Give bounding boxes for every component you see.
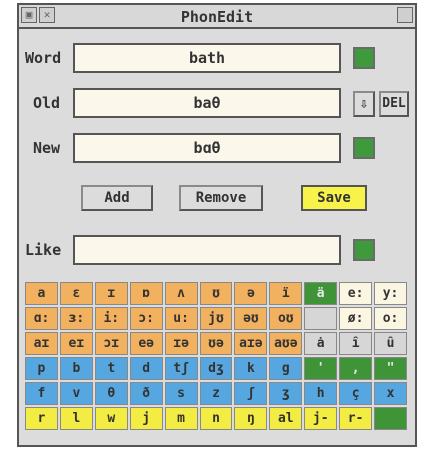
phoneme-key[interactable]: θ	[94, 382, 128, 405]
phoneme-key[interactable]: j	[129, 407, 163, 430]
phoneme-key[interactable]: əʊ	[234, 307, 268, 330]
phoneme-key[interactable]: s	[164, 382, 198, 405]
phoneme-key[interactable]: j-	[304, 407, 338, 430]
like-color-swatch[interactable]	[353, 239, 375, 261]
phoneme-key[interactable]: ʊə	[199, 332, 233, 355]
new-color-swatch[interactable]	[353, 137, 375, 159]
phoneme-key[interactable]: f	[25, 382, 58, 405]
window-title: PhonEdit	[180, 8, 254, 26]
phoneme-key[interactable]: w	[94, 407, 128, 430]
phoneme-key[interactable]: e:	[339, 282, 373, 305]
phonedit-window: ▣ ✕ PhonEdit Word bath Old baθ ⇩ DEL New…	[17, 3, 417, 447]
word-field[interactable]: bath	[73, 43, 341, 73]
toggle-size-icon[interactable]	[397, 7, 413, 23]
phoneme-key[interactable]: t	[94, 357, 128, 380]
new-field[interactable]: bɑ̃θ	[73, 133, 341, 163]
phoneme-key[interactable]: p	[25, 357, 58, 380]
phoneme-key[interactable]: ç	[339, 382, 373, 405]
phoneme-key[interactable]: z	[199, 382, 233, 405]
phoneme-key[interactable]: ʊ	[199, 282, 233, 305]
phoneme-key[interactable]: g	[269, 357, 303, 380]
phoneme-key[interactable]: ȗ	[374, 332, 407, 355]
phoneme-key[interactable]: n	[199, 407, 233, 430]
phoneme-key[interactable]: ɪə	[164, 332, 198, 355]
phoneme-key[interactable]: m	[164, 407, 198, 430]
phoneme-key[interactable]: aʊə	[269, 332, 303, 355]
like-field[interactable]	[73, 235, 341, 265]
phoneme-key[interactable]: ø:	[339, 307, 373, 330]
phoneme-key[interactable]: x	[374, 382, 407, 405]
like-label: Like	[25, 241, 62, 259]
phoneme-key[interactable]: ʃ	[234, 382, 268, 405]
down-arrow-icon[interactable]: ⇩	[353, 91, 375, 117]
delete-button[interactable]: DEL	[379, 91, 409, 117]
phoneme-key[interactable]: d	[129, 357, 163, 380]
phoneme-key[interactable]: '	[304, 357, 338, 380]
phoneme-key[interactable]: dʒ	[199, 357, 233, 380]
phoneme-key[interactable]: ,	[339, 357, 373, 380]
phoneme-key[interactable]: ɛ	[59, 282, 93, 305]
phoneme-key[interactable]: eɪ	[59, 332, 93, 355]
phoneme-key[interactable]: l	[59, 407, 93, 430]
phoneme-key[interactable]: ɔ:	[129, 307, 163, 330]
new-label: New	[33, 139, 61, 157]
word-label: Word	[25, 49, 62, 67]
word-color-swatch[interactable]	[353, 47, 375, 69]
phoneme-key[interactable]: ï	[269, 282, 303, 305]
remove-button[interactable]: Remove	[179, 185, 263, 211]
save-button[interactable]: Save	[301, 185, 367, 211]
phoneme-key[interactable]: ä	[304, 282, 338, 305]
phoneme-key[interactable]: ɜ:	[59, 307, 93, 330]
phoneme-key[interactable]: ɪ	[94, 282, 128, 305]
phoneme-key[interactable]: aɪə	[234, 332, 268, 355]
add-button[interactable]: Add	[81, 185, 153, 211]
phoneme-key[interactable]: h	[304, 382, 338, 405]
phoneme-key[interactable]	[304, 307, 338, 330]
phoneme-key[interactable]	[374, 407, 407, 430]
phoneme-key[interactable]: ʒ	[269, 382, 303, 405]
old-label: Old	[33, 94, 61, 112]
phoneme-key[interactable]: i:	[94, 307, 128, 330]
phoneme-key[interactable]: "	[374, 357, 407, 380]
phoneme-key[interactable]: aɪ	[25, 332, 58, 355]
phoneme-key[interactable]: tʃ	[164, 357, 198, 380]
phoneme-key[interactable]: eə	[129, 332, 163, 355]
phoneme-key[interactable]: ŋ	[234, 407, 268, 430]
phoneme-key[interactable]: ə	[234, 282, 268, 305]
phoneme-key[interactable]: oʊ	[269, 307, 303, 330]
phoneme-key[interactable]: jʊ	[199, 307, 233, 330]
phoneme-key[interactable]: ȧ	[304, 332, 338, 355]
phoneme-key[interactable]: u:	[164, 307, 198, 330]
phoneme-key[interactable]: ð	[129, 382, 163, 405]
phoneme-key[interactable]: ɑ:	[25, 307, 58, 330]
phoneme-key[interactable]: ɒ	[129, 282, 163, 305]
phoneme-key[interactable]: b	[59, 357, 93, 380]
phoneme-keyboard: a ɛ ɪ ɒ ʌ ʊ ə ï ä e: y: ɑ: ɜ: i: ɔ: u: jʊ əʊ oʊ ø: o: aɪ eɪ ɔɪ e…	[25, 282, 407, 430]
title-bar[interactable]: ▣ ✕ PhonEdit	[19, 5, 415, 29]
phoneme-key[interactable]: v	[59, 382, 93, 405]
phoneme-key[interactable]: a	[25, 282, 58, 305]
phoneme-key[interactable]: r	[25, 407, 58, 430]
phoneme-key[interactable]: y:	[374, 282, 407, 305]
phoneme-key[interactable]: ʌ	[164, 282, 198, 305]
phoneme-key[interactable]: r-	[339, 407, 373, 430]
phoneme-key[interactable]: ɔɪ	[94, 332, 128, 355]
phoneme-key[interactable]: al	[269, 407, 303, 430]
phoneme-key[interactable]: ȋ	[339, 332, 373, 355]
phoneme-key[interactable]: o:	[374, 307, 407, 330]
phoneme-key[interactable]: k	[234, 357, 268, 380]
old-field[interactable]: baθ	[73, 88, 341, 118]
